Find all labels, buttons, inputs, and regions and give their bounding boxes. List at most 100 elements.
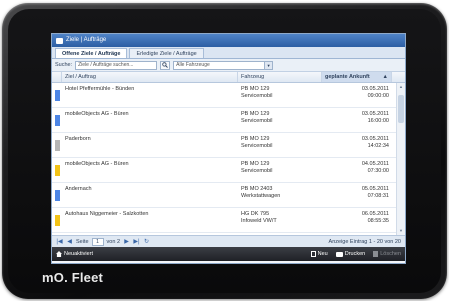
tab-open-goals[interactable]: Offene Ziele / Aufträge <box>55 48 128 58</box>
print-button-label: Drucken <box>344 251 366 257</box>
window-titlebar: Ziele | Aufträge <box>52 34 405 47</box>
sort-asc-icon: ▲ <box>382 74 388 80</box>
row-vehicle: PB MO 129 Servicemobil <box>238 133 322 157</box>
pagination-bar: |◀ ◀ Seite 1 von 2 ▶ ▶| ↻ Anzeige Eintra… <box>52 235 405 247</box>
row-goal: Paderborn <box>65 136 91 142</box>
search-toolbar: Suche: Ziele / Aufträge suchen... Alle F… <box>52 59 405 72</box>
brand-logo: mO. Fleet <box>42 270 104 285</box>
row-vehicle: HG DK 795 Infoweld VW/T <box>238 208 322 232</box>
first-page-icon[interactable]: |◀ <box>56 238 63 245</box>
arrival-column-label: geplante Ankunft <box>325 74 370 80</box>
table-row[interactable]: Hotel Pfeffermühle - Bünden PB MO 129 Se… <box>52 83 405 108</box>
status-color-swatch <box>54 164 60 176</box>
row-arrival-time: 07:30:00 <box>367 168 389 174</box>
new-button[interactable]: Neu <box>310 251 328 257</box>
tab-bar: Offene Ziele / Aufträge Erledigte Ziele … <box>52 47 405 59</box>
table-row[interactable]: mobileObjects AG - Büren PB MO 129 Servi… <box>52 108 405 133</box>
row-vehicle-type: Infoweld VW/T <box>241 218 277 224</box>
row-arrival: 03.05.2011 14:02:34 <box>322 133 392 157</box>
vehicle-filter-select[interactable]: Alle Fahrzeuge ▼ <box>173 60 274 70</box>
trash-icon <box>373 251 379 257</box>
row-vehicle-plate: HG DK 795 <box>241 211 270 217</box>
page-info: Anzeige Eintrag 1 - 20 von 20 <box>328 238 401 245</box>
delete-button-label: Löschen <box>380 251 401 257</box>
search-icon <box>162 62 168 68</box>
table-row[interactable]: mobileObjects AG - Büren PB MO 129 Servi… <box>52 158 405 183</box>
row-goal: Hotel Pfeffermühle - Bünden <box>65 86 135 92</box>
status-color-swatch <box>54 214 60 226</box>
row-arrival-date: 03.05.2011 <box>361 111 389 117</box>
row-vehicle-plate: PB MO 129 <box>241 111 270 117</box>
bottom-action-bar: Neuaktiviert Neu Drucken Löschen <box>52 247 405 261</box>
table-row[interactable]: Andernach PB MO 2403 Werkstattwagen 05.0… <box>52 183 405 208</box>
status-color-swatch <box>54 139 60 151</box>
printer-icon <box>335 251 343 257</box>
vehicle-column-header[interactable]: Fahrzeug <box>238 72 322 82</box>
new-document-icon <box>310 251 316 257</box>
tab-completed-goals[interactable]: Erledigte Ziele / Aufträge <box>129 48 204 58</box>
row-arrival: 03.05.2011 09:00:00 <box>322 83 392 107</box>
search-label: Suche: <box>55 62 73 68</box>
page-count-label: von 2 <box>106 238 121 245</box>
status-color-swatch <box>54 89 60 101</box>
scrollbar-thumb[interactable] <box>398 95 404 123</box>
row-vehicle-type: Servicemobil <box>241 168 273 174</box>
row-goal: Autohaus Niggemeier - Salzkotten <box>65 211 149 217</box>
page-number-input[interactable]: 1 <box>91 237 104 246</box>
row-arrival-time: 07:08:31 <box>367 193 389 199</box>
row-goal: mobileObjects AG - Büren <box>65 161 129 167</box>
color-column-header <box>52 72 62 82</box>
row-vehicle: PB MO 129 Servicemobil <box>238 83 322 107</box>
row-vehicle-plate: PB MO 129 <box>241 86 270 92</box>
row-arrival-time: 08:55:35 <box>367 218 389 224</box>
vehicle-filter-value: Alle Fahrzeuge <box>176 62 210 68</box>
home-button-label: Neuaktiviert <box>64 251 94 257</box>
row-arrival-date: 03.05.2011 <box>361 86 389 92</box>
prev-page-icon[interactable]: ◀ <box>66 238 73 245</box>
row-vehicle: PB MO 129 Servicemobil <box>238 158 322 182</box>
window-title: Ziele | Aufträge <box>66 37 107 43</box>
arrival-column-header[interactable]: geplante Ankunft ▲ <box>322 72 392 82</box>
delete-button[interactable]: Löschen <box>373 251 401 257</box>
row-arrival: 04.05.2011 07:30:00 <box>322 158 392 182</box>
row-vehicle-type: Servicemobil <box>241 143 273 149</box>
search-input[interactable]: Ziele / Aufträge suchen... <box>75 60 158 70</box>
table-scrollbar[interactable]: ▲ ▼ <box>396 83 405 235</box>
table-row[interactable]: Autohaus Niggemeier - Salzkotten HG DK 7… <box>52 208 405 233</box>
home-button[interactable]: Neuaktiviert <box>56 251 93 257</box>
row-goal: mobileObjects AG - Büren <box>65 111 129 117</box>
scroll-down-icon[interactable]: ▼ <box>397 227 405 235</box>
app-window: Ziele | Aufträge Offene Ziele / Aufträge… <box>51 33 406 264</box>
scroll-up-icon[interactable]: ▲ <box>397 83 405 91</box>
last-page-icon[interactable]: ▶| <box>133 238 140 245</box>
row-arrival: 03.05.2011 16:00:00 <box>322 108 392 132</box>
row-arrival: 06.05.2011 08:55:35 <box>322 208 392 232</box>
row-arrival-time: 09:00:00 <box>367 93 389 99</box>
status-color-swatch <box>54 114 60 126</box>
row-vehicle-type: Servicemobil <box>241 93 273 99</box>
search-button[interactable] <box>160 60 171 70</box>
row-arrival-date: 04.05.2011 <box>361 161 389 167</box>
goals-table: Ziel / Auftrag Fahrzeug geplante Ankunft… <box>52 72 405 235</box>
row-arrival-date: 06.05.2011 <box>361 211 389 217</box>
row-goal: Andernach <box>65 186 92 192</box>
row-vehicle-type: Servicemobil <box>241 118 273 124</box>
next-page-icon[interactable]: ▶ <box>123 238 130 245</box>
row-vehicle: PB MO 2403 Werkstattwagen <box>238 183 322 207</box>
chevron-down-icon: ▼ <box>264 61 273 69</box>
row-vehicle: PB MO 129 Servicemobil <box>238 108 322 132</box>
row-arrival-date: 03.05.2011 <box>361 136 389 142</box>
row-arrival-time: 16:00:00 <box>367 118 389 124</box>
table-row[interactable]: Paderborn PB MO 129 Servicemobil 03.05.2… <box>52 133 405 158</box>
new-button-label: Neu <box>317 251 328 257</box>
row-arrival-date: 05.05.2011 <box>361 186 389 192</box>
goal-column-header[interactable]: Ziel / Auftrag <box>62 72 238 82</box>
row-vehicle-plate: PB MO 129 <box>241 161 270 167</box>
status-color-swatch <box>54 189 60 201</box>
table-header: Ziel / Auftrag Fahrzeug geplante Ankunft… <box>52 72 405 83</box>
print-button[interactable]: Drucken <box>335 251 366 257</box>
row-arrival: 05.05.2011 07:08:31 <box>322 183 392 207</box>
refresh-icon[interactable]: ↻ <box>143 238 150 245</box>
row-arrival-time: 14:02:34 <box>367 143 389 149</box>
row-vehicle-plate: PB MO 129 <box>241 136 270 142</box>
